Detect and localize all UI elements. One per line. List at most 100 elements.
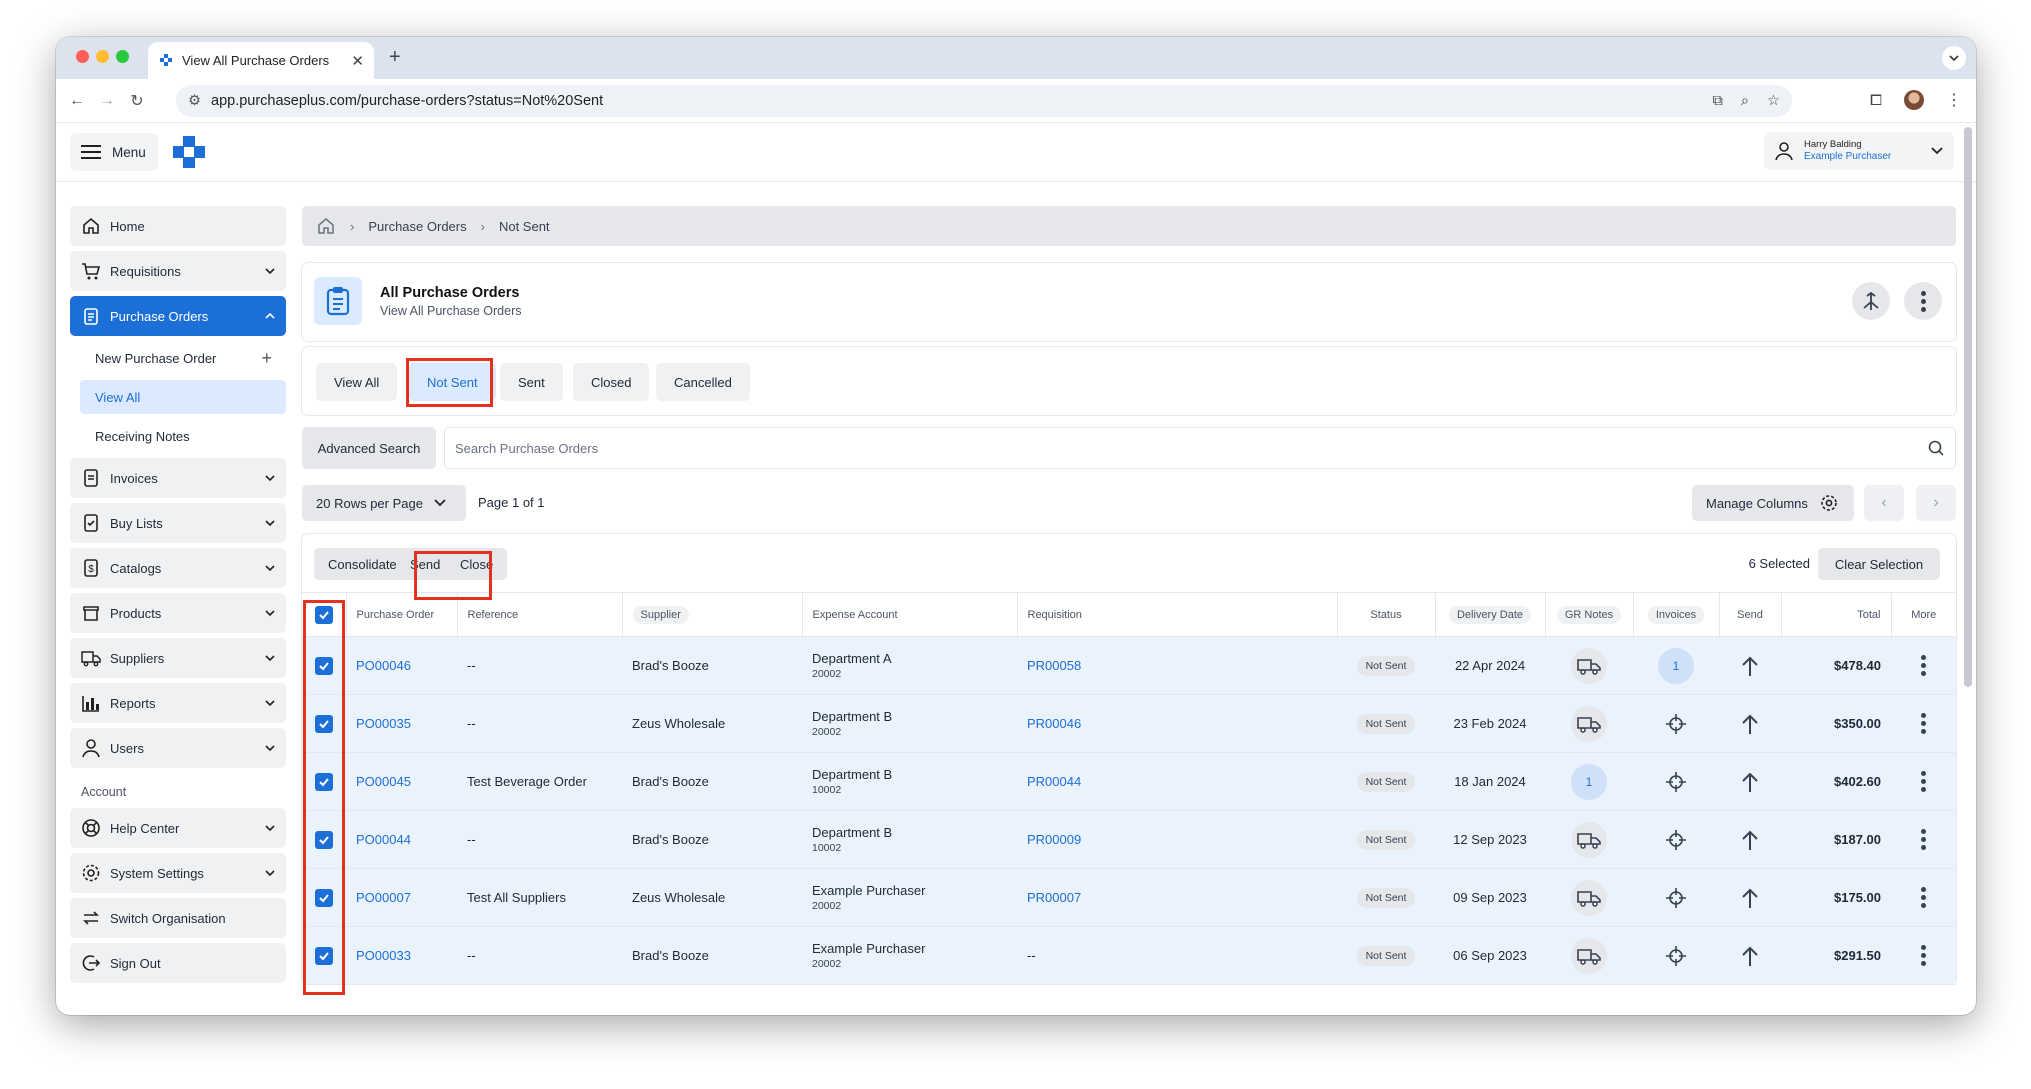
purchaseplus-logo[interactable] [172,135,206,169]
table-row[interactable]: PO00035 -- Zeus Wholesale Department B 20002… [302,694,1956,753]
column-header-invoices[interactable]: Invoices [1647,605,1705,624]
back-icon[interactable]: ← [66,90,88,112]
page-more-button[interactable] [1904,282,1942,320]
column-header-delivery-date[interactable]: Delivery Date [1448,605,1532,624]
next-page-button[interactable]: › [1916,485,1956,521]
install-app-icon[interactable]: ⧉ [1713,93,1723,109]
bookmark-star-icon[interactable]: ☆ [1767,93,1780,109]
previous-page-button[interactable]: ‹ [1864,485,1904,521]
column-header-send[interactable]: Send [1719,592,1782,637]
column-header-gr-notes[interactable]: GR Notes [1556,605,1622,624]
forward-icon[interactable]: → [96,90,118,112]
goods-receiving-truck-icon[interactable] [1571,879,1607,916]
send-arrow-up-icon[interactable] [1732,764,1768,800]
column-header-status[interactable]: Status [1337,592,1436,637]
table-row[interactable]: PO00007 Test All Suppliers Zeus Wholesale E… [302,868,1956,927]
maximize-window-button[interactable] [116,50,129,63]
sidebar-item-buy-lists[interactable]: Buy Lists [70,503,286,543]
minimize-window-button[interactable] [96,50,109,63]
browser-menu-icon[interactable]: ⋮ [1946,90,1962,110]
menu-button[interactable]: Menu [70,133,158,171]
browser-tab[interactable]: View All Purchase Orders ✕ [148,42,374,79]
rows-per-page-select[interactable]: 20 Rows per Page [302,485,466,521]
po-number-link[interactable]: PO00045 [356,774,411,789]
row-more-vertical-icon[interactable] [1921,655,1926,676]
send-arrow-up-icon[interactable] [1732,938,1768,974]
requisition-link[interactable]: PR00046 [1027,716,1081,731]
requisition-link[interactable]: PR00009 [1027,832,1081,847]
row-more-vertical-icon[interactable] [1921,829,1926,850]
filter-closed[interactable]: Closed [573,363,650,401]
filter-sent[interactable]: Sent [500,363,563,401]
sidebar-item-catalogs[interactable]: $ Catalogs [70,548,286,588]
filter-cancelled[interactable]: Cancelled [656,363,750,401]
crosshair-icon[interactable] [1658,880,1694,916]
sidebar-item-help-center[interactable]: Help Center [70,808,286,848]
sidebar-subitem-new-purchase-order[interactable]: New Purchase Order + [70,341,286,375]
sidebar-item-reports[interactable]: Reports [70,683,286,723]
sidebar-item-products[interactable]: Products [70,593,286,633]
goods-receiving-truck-icon[interactable] [1571,821,1607,858]
sidebar-item-purchase-orders[interactable]: Purchase Orders [70,296,286,336]
goods-receiving-count-badge[interactable]: 1 [1571,763,1607,800]
po-number-link[interactable]: PO00035 [356,716,411,731]
extensions-icon[interactable]: ⧠ [1870,92,1882,109]
sidebar-item-system-settings[interactable]: System Settings [70,853,286,893]
sidebar-item-requisitions[interactable]: Requisitions [70,251,286,291]
sidebar-item-home[interactable]: Home [70,206,286,246]
reload-icon[interactable]: ↻ [126,90,148,112]
po-number-link[interactable]: PO00044 [356,832,411,847]
zoom-icon[interactable]: ⌕ [1741,93,1749,109]
breadcrumb-purchase-orders[interactable]: Purchase Orders [368,219,466,234]
crosshair-icon[interactable] [1658,822,1694,858]
split-action-button[interactable] [1852,282,1890,320]
advanced-search-button[interactable]: Advanced Search [302,427,436,469]
site-settings-icon[interactable]: ⚙ [188,93,201,109]
url-bar[interactable]: ⚙ app.purchaseplus.com/purchase-orders?s… [176,85,1792,117]
row-more-vertical-icon[interactable] [1921,771,1926,792]
column-header-total[interactable]: Total [1781,592,1892,637]
filter-view-all[interactable]: View All [316,363,398,401]
table-row[interactable]: PO00033 -- Brad's Booze Example Purchaser 20… [302,926,1956,985]
table-row[interactable]: PO00045 Test Beverage Order Brad's Booze De… [302,752,1956,811]
sidebar-item-suppliers[interactable]: Suppliers [70,638,286,678]
send-arrow-up-icon[interactable] [1732,822,1768,858]
search-input[interactable]: Search Purchase Orders [444,427,1956,469]
po-number-link[interactable]: PO00033 [356,948,411,963]
new-tab-button[interactable]: + [389,46,401,69]
row-more-vertical-icon[interactable] [1921,945,1926,966]
manage-columns-button[interactable]: Manage Columns [1692,485,1854,521]
crosshair-icon[interactable] [1658,706,1694,742]
requisition-link[interactable]: PR00058 [1027,658,1081,673]
column-header-requisition[interactable]: Requisition [1017,592,1338,637]
sidebar-subitem-receiving-notes[interactable]: Receiving Notes [70,419,286,453]
goods-receiving-truck-icon[interactable] [1571,705,1607,742]
sidebar-item-switch-organisation[interactable]: Switch Organisation [70,898,286,938]
crosshair-icon[interactable] [1658,764,1694,800]
tab-search-button[interactable] [1942,46,1966,70]
send-arrow-up-icon[interactable] [1732,880,1768,916]
sidebar-subitem-view-all[interactable]: View All [80,380,286,414]
row-more-vertical-icon[interactable] [1921,713,1926,734]
clear-selection-button[interactable]: Clear Selection [1818,548,1940,580]
tab-close-icon[interactable]: ✕ [351,52,364,70]
po-number-link[interactable]: PO00046 [356,658,411,673]
crosshair-icon[interactable] [1658,938,1694,974]
send-arrow-up-icon[interactable] [1732,648,1768,684]
sidebar-item-users[interactable]: Users [70,728,286,768]
sidebar-item-sign-out[interactable]: Sign Out [70,943,286,983]
requisition-link[interactable]: PR00044 [1027,774,1081,789]
column-header-expense-account[interactable]: Expense Account [802,592,1018,637]
page-scrollbar[interactable] [1964,127,1972,687]
sidebar-item-invoices[interactable]: Invoices [70,458,286,498]
row-more-vertical-icon[interactable] [1921,887,1926,908]
profile-avatar[interactable] [1904,90,1924,110]
requisition-link[interactable]: PR00007 [1027,890,1081,905]
table-row[interactable]: PO00046 -- Brad's Booze Department A 20002 PR… [302,636,1956,695]
close-window-button[interactable] [76,50,89,63]
user-menu[interactable]: Harry Balding Example Purchaser [1764,132,1954,170]
send-arrow-up-icon[interactable] [1732,706,1768,742]
column-header-supplier[interactable]: Supplier [632,605,689,624]
po-number-link[interactable]: PO00007 [356,890,411,905]
home-icon[interactable] [316,216,336,236]
